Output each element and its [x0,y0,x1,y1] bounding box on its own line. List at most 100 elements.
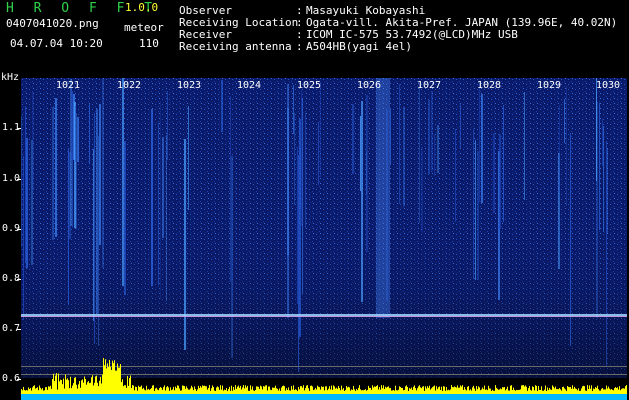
activity-bar [211,388,212,394]
activity-bar [233,386,234,394]
meteor-streak [599,103,600,230]
activity-bar [217,386,218,394]
activity-bar [493,390,494,394]
meteor-streak [297,147,298,304]
activity-bar [499,389,500,394]
activity-bar [458,387,459,394]
activity-bar [592,390,593,394]
meteor-streak [602,119,603,166]
activity-bar [396,390,397,394]
activity-bar [234,389,235,394]
activity-bar [353,385,354,394]
meteor-streak [499,134,501,229]
activity-bar [555,386,556,394]
activity-bar [188,389,189,394]
meteor-streak [607,149,608,234]
x-tick-label: 1026 [357,80,382,91]
activity-bar [525,385,526,394]
activity-bar [623,388,624,394]
spectrogram [21,78,627,400]
spectrum-fade [21,228,627,378]
activity-bar [379,387,380,394]
activity-bar [574,386,575,394]
activity-bar [269,386,270,394]
activity-bar [171,390,172,394]
meteor-streak [473,129,474,279]
activity-bar [313,390,314,394]
meteor-streak [606,141,607,367]
activity-bar [381,385,382,394]
meteor-streak [352,104,354,174]
meteor-streak [564,99,565,143]
activity-bar [258,386,259,394]
activity-bar [356,388,357,394]
activity-bar [208,387,209,394]
activity-bar [558,389,559,394]
activity-bar [498,389,499,394]
activity-bar [119,367,120,394]
activity-bar [90,382,91,394]
activity-bar [101,383,102,394]
activity-bar [616,387,617,394]
activity-bar [541,386,542,394]
activity-bar [137,390,138,394]
activity-bar [614,388,615,394]
activity-bar [176,388,177,394]
activity-bar [372,385,373,394]
activity-bar [564,388,565,394]
activity-bar [29,389,30,394]
activity-bar [192,387,193,394]
antenna-separator: : [296,40,303,53]
activity-bar [297,390,298,394]
activity-bar [534,390,535,394]
activity-bar [594,389,595,394]
activity-bar [503,387,504,394]
activity-bar [148,388,149,394]
activity-bar [389,388,390,394]
activity-bar [607,388,608,394]
activity-bar [78,384,79,394]
activity-bar [303,385,304,394]
activity-bar [209,385,210,394]
activity-bar [535,385,536,394]
activity-bar [474,388,475,394]
activity-bar [294,390,295,394]
activity-bar [419,385,420,394]
activity-bar [589,385,590,394]
activity-bar [240,385,241,394]
activity-bar [527,390,528,394]
activity-bar [441,386,442,394]
activity-bar [398,389,399,394]
activity-bar [433,386,434,394]
x-tick-label: 1024 [237,80,262,91]
activity-bar [563,386,564,394]
activity-bar [251,389,252,394]
activity-bar [484,385,485,394]
x-tick-label: 1025 [297,80,322,91]
activity-bar [577,390,578,394]
activity-bar [376,386,377,394]
activity-bar [342,389,343,394]
activity-bar [151,387,152,394]
activity-bar [599,390,600,394]
activity-bar [517,390,518,394]
activity-bar [352,389,353,394]
activity-bar [371,389,372,394]
activity-bar [200,386,201,394]
activity-bar [243,385,244,394]
meteor-streak [76,113,77,229]
activity-bar [469,390,470,394]
activity-bar [225,390,226,394]
activity-bar [571,388,572,394]
antenna-value: A504HB(yagi 4el) [306,40,412,53]
activity-bar [374,386,375,394]
activity-bar [35,388,36,394]
activity-bar [417,388,418,394]
activity-bar [601,388,602,394]
activity-bar [560,389,561,394]
activity-bar [172,389,173,394]
activity-bar [239,387,240,394]
activity-bar [319,387,320,394]
activity-bar [477,389,478,394]
activity-bar [150,389,151,394]
